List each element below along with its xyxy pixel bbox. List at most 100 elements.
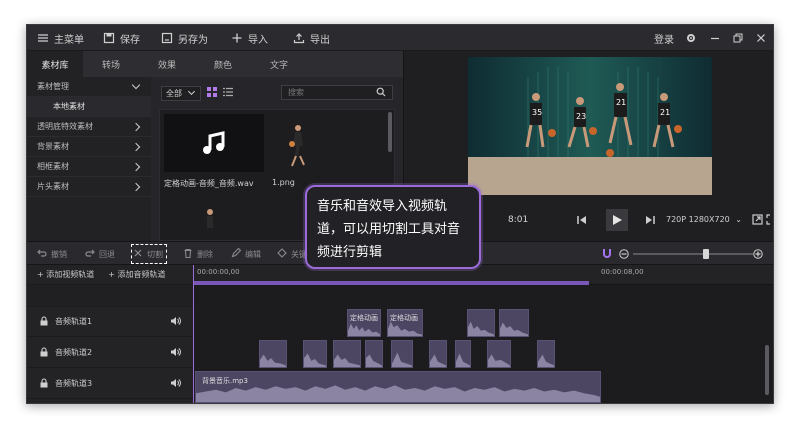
waveform [366,354,382,367]
tab-text[interactable]: 文字 [251,51,307,77]
close-button[interactable] [755,25,767,51]
filter-value: 全部 [166,88,182,98]
import-button[interactable]: 导入 [231,25,268,51]
timeline[interactable]: 00:00:00,00 00:00:08,00 定格动画 定格动画 背景音乐.m… [193,265,773,403]
resolution-value: 720P 1280X720 [666,215,730,224]
export-icon [293,32,305,44]
close-icon [755,32,767,44]
category-item-intros[interactable]: 片头素材 [27,177,151,197]
audio-clip[interactable] [365,340,383,368]
resolution-select[interactable]: 720P 1280X720 ⌄ [666,215,742,224]
ruler-mid: 00:00:08,00 [601,268,644,276]
edit-label: 编辑 [245,249,261,259]
zoom-slider-handle[interactable] [703,249,709,259]
volume-icon[interactable] [170,378,181,390]
time-ruler[interactable]: 00:00:00,00 00:00:08,00 [193,265,773,285]
track-name: 音频轨道2 [55,348,93,357]
lock-icon[interactable] [39,315,49,328]
login-button[interactable]: 登录 [654,25,674,51]
save-button[interactable]: 保存 [103,25,140,51]
delete-button[interactable]: 删除 [183,242,213,266]
category-item-backgrounds[interactable]: 背景素材 [27,137,151,157]
waveform [430,354,446,367]
next-frame-icon[interactable] [644,214,656,229]
redo-icon [85,248,95,260]
minimize-button[interactable] [709,25,721,51]
tab-library[interactable]: 素材库 [27,51,83,77]
chevron-right-icon [131,162,141,171]
popout-icon[interactable] [752,214,763,228]
search-placeholder: 搜索 [288,88,304,97]
zoom-slider[interactable] [633,249,753,259]
media-scrollbar[interactable] [388,112,392,152]
undo-icon [37,248,47,260]
undo-button[interactable]: 撤销 [37,242,67,266]
volume-icon[interactable] [170,347,181,359]
audio-clip[interactable] [391,340,413,368]
audio-clip[interactable]: 定格动画 [347,309,381,337]
lock-icon[interactable] [39,377,49,390]
main-menu-label: 主菜单 [54,34,84,46]
main-menu-button[interactable]: 主菜单 [37,25,84,51]
magnet-icon[interactable] [601,248,613,263]
filter-select[interactable]: 全部 [161,85,201,101]
play-button[interactable] [606,209,628,231]
audio-clip-background-music[interactable]: 背景音乐.mp3 [195,371,601,403]
audio-clip[interactable] [467,309,495,337]
redo-button[interactable]: 回退 [85,242,115,266]
tab-transition[interactable]: 转场 [83,51,139,77]
track-row-audio2[interactable]: 音频轨道2 [27,338,193,368]
save-label: 保存 [120,34,140,46]
audio-clip[interactable] [537,340,555,368]
player-thumbnail [272,114,330,172]
category-list: 素材管理 本地素材 透明底特效素材 背景素材 相框素材 片头素材 [27,77,151,241]
audio-clip[interactable] [333,340,361,368]
tab-effects[interactable]: 效果 [139,51,195,77]
delete-label: 删除 [197,249,213,259]
list-view-icon[interactable] [223,87,233,100]
media-item-image[interactable]: 1.png [272,114,332,187]
settings-button[interactable] [685,25,697,51]
category-label: 片头素材 [37,182,69,191]
zoom-in-icon[interactable] [753,249,763,262]
media-item-audio[interactable]: 定格动画-音频_音频.wav [164,114,266,189]
category-item-transparent-effects[interactable]: 透明底特效素材 [27,117,151,137]
previous-frame-icon[interactable] [576,214,588,229]
save-as-button[interactable]: 另存为 [161,25,208,51]
track-row-audio1[interactable]: 音频轨道1 [27,307,193,337]
category-item-frames[interactable]: 相框素材 [27,157,151,177]
export-button[interactable]: 导出 [293,25,330,51]
audio-clip[interactable] [429,340,447,368]
edit-button[interactable]: 编辑 [231,242,261,266]
audio-clip[interactable] [499,309,529,337]
timeline-scrollbar[interactable] [765,345,769,395]
restore-button[interactable] [732,25,744,51]
video-frame: 35 23 21 21 [468,57,712,195]
zoom-out-icon[interactable] [619,249,629,262]
svg-text:21: 21 [660,108,670,117]
audio-clip[interactable] [455,340,471,368]
grid-view-icon[interactable] [207,86,217,100]
video-track-header [27,285,193,307]
lock-icon[interactable] [39,346,49,359]
category-item-asset-management[interactable]: 素材管理 [27,77,151,97]
track-row-audio3[interactable]: 音频轨道3 [27,369,193,399]
audio-clip[interactable] [487,340,511,368]
add-audio-track-button[interactable]: + 添加音频轨道 [108,269,165,280]
add-video-track-button[interactable]: + 添加视频轨道 [37,269,94,280]
audio-clip[interactable]: 定格动画 [387,309,423,337]
ruler-start: 00:00:00,00 [197,268,240,276]
gear-icon [685,32,697,44]
volume-icon[interactable] [170,316,181,328]
waveform [456,353,470,367]
search-input[interactable]: 搜索 [281,85,393,100]
fullscreen-icon[interactable] [766,214,773,228]
media-item-partial[interactable] [200,206,230,238]
library-tabs: 素材库 转场 效果 颜色 文字 [27,51,403,77]
audio-clip[interactable] [303,340,327,368]
audio-clip[interactable] [259,340,287,368]
undo-label: 撤销 [51,249,67,259]
category-item-local-assets[interactable]: 本地素材 [27,97,151,117]
playhead[interactable] [193,265,194,403]
tab-color[interactable]: 颜色 [195,51,251,77]
